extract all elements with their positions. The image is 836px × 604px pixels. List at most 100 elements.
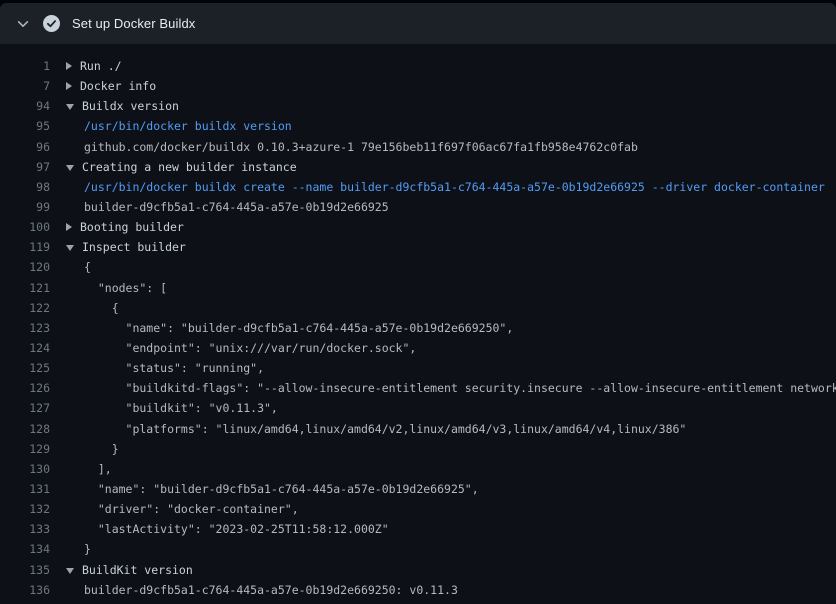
line-number[interactable]: 1 <box>0 56 50 76</box>
line-content: "nodes": [ <box>66 278 836 298</box>
line-content: "name": "builder-d9cfb5a1-c764-445a-a57e… <box>66 318 836 338</box>
log-line: 96 github.com/docker/buildx 0.10.3+azure-… <box>0 137 836 157</box>
group-title: Buildx version <box>82 96 179 116</box>
log-line: 128 "platforms": "linux/amd64,linux/amd6… <box>0 419 836 439</box>
line-number[interactable]: 7 <box>0 76 50 96</box>
step-title: Set up Docker Buildx <box>72 16 195 31</box>
line-number[interactable]: 122 <box>0 298 50 318</box>
line-content: "driver": "docker-container", <box>66 499 836 519</box>
log-line: 122 { <box>0 298 836 318</box>
output-text: { <box>84 257 91 277</box>
group-title: Docker info <box>80 76 156 96</box>
line-number[interactable]: 128 <box>0 419 50 439</box>
line-content: "platforms": "linux/amd64,linux/amd64/v2… <box>66 419 836 439</box>
output-text: { <box>84 298 119 318</box>
output-text: "status": "running", <box>84 358 264 378</box>
line-content: { <box>66 257 836 277</box>
group-title: Creating a new builder instance <box>82 157 297 177</box>
log-line: 125 "status": "running", <box>0 358 836 378</box>
line-content: "buildkitd-flags": "--allow-insecure-ent… <box>66 378 836 398</box>
line-number[interactable]: 100 <box>0 217 50 237</box>
output-text: "lastActivity": "2023-02-25T11:58:12.000… <box>84 519 389 539</box>
line-content: BuildKit version <box>66 560 836 580</box>
line-content: github.com/docker/buildx 0.10.3+azure-1 … <box>66 137 836 157</box>
line-number[interactable]: 119 <box>0 237 50 257</box>
log-output: 1Run ./7Docker info94Buildx version95/us… <box>0 44 836 604</box>
line-number[interactable]: 96 <box>0 137 50 157</box>
log-line: 130 ], <box>0 459 836 479</box>
line-number[interactable]: 98 <box>0 177 50 197</box>
line-content: Docker info <box>66 76 836 96</box>
line-number[interactable]: 97 <box>0 157 50 177</box>
log-line: 126 "buildkitd-flags": "--allow-insecure… <box>0 378 836 398</box>
line-number[interactable]: 121 <box>0 278 50 298</box>
line-number[interactable]: 133 <box>0 519 50 539</box>
line-content: ], <box>66 459 836 479</box>
line-content: Buildx version <box>66 96 836 116</box>
log-group-line[interactable]: 135 BuildKit version <box>0 560 836 580</box>
log-line: 99 builder-d9cfb5a1-c764-445a-a57e-0b19d2… <box>0 197 836 217</box>
line-content: "status": "running", <box>66 358 836 378</box>
group-expanded-arrow-icon[interactable] <box>66 165 74 171</box>
line-number[interactable]: 136 <box>0 580 50 600</box>
log-line: 129 } <box>0 439 836 459</box>
output-text: "nodes": [ <box>84 278 167 298</box>
line-content: /usr/bin/docker buildx version <box>66 116 836 136</box>
line-content: Run ./ <box>66 56 836 76</box>
line-number[interactable]: 125 <box>0 358 50 378</box>
log-line: 123 "name": "builder-d9cfb5a1-c764-445a-… <box>0 318 836 338</box>
group-expanded-arrow-icon[interactable] <box>66 245 74 251</box>
group-title: Booting builder <box>80 217 184 237</box>
line-content: Creating a new builder instance <box>66 157 836 177</box>
group-collapsed-arrow-icon[interactable] <box>66 223 72 231</box>
log-group-line[interactable]: 100 Booting builder <box>0 217 836 237</box>
line-number[interactable]: 95 <box>0 116 50 136</box>
line-number[interactable]: 135 <box>0 560 50 580</box>
line-number[interactable]: 99 <box>0 197 50 217</box>
group-collapsed-arrow-icon[interactable] <box>66 82 72 90</box>
log-group-line[interactable]: 1 Run ./ <box>0 56 836 76</box>
log-line: 95/usr/bin/docker buildx version <box>0 116 836 136</box>
group-expanded-arrow-icon[interactable] <box>66 568 74 574</box>
output-text: } <box>84 439 119 459</box>
line-number[interactable]: 132 <box>0 499 50 519</box>
group-collapsed-arrow-icon[interactable] <box>66 62 72 70</box>
step-header[interactable]: Set up Docker Buildx <box>0 3 836 44</box>
log-line: 134} <box>0 539 836 559</box>
line-number[interactable]: 123 <box>0 318 50 338</box>
log-group-line[interactable]: 119Inspect builder <box>0 237 836 257</box>
log-line: 121 "nodes": [ <box>0 278 836 298</box>
line-number[interactable]: 124 <box>0 338 50 358</box>
command-text: /usr/bin/docker buildx create --name bui… <box>84 177 825 197</box>
line-number[interactable]: 94 <box>0 96 50 116</box>
line-content: builder-d9cfb5a1-c764-445a-a57e-0b19d2e6… <box>66 197 836 217</box>
log-line: 127 "buildkit": "v0.11.3", <box>0 398 836 418</box>
log-line: 120 { <box>0 257 836 277</box>
output-text: "buildkitd-flags": "--allow-insecure-ent… <box>84 378 836 398</box>
command-text: /usr/bin/docker buildx version <box>84 116 292 136</box>
line-number[interactable]: 131 <box>0 479 50 499</box>
log-line: 132 "driver": "docker-container", <box>0 499 836 519</box>
line-content: builder-d9cfb5a1-c764-445a-a57e-0b19d2e6… <box>66 580 836 600</box>
line-number[interactable]: 127 <box>0 398 50 418</box>
group-title: Run ./ <box>80 56 122 76</box>
line-content: } <box>66 439 836 459</box>
line-content: "lastActivity": "2023-02-25T11:58:12.000… <box>66 519 836 539</box>
line-content: /usr/bin/docker buildx create --name bui… <box>66 177 836 197</box>
line-number[interactable]: 134 <box>0 539 50 559</box>
log-group-line[interactable]: 7 Docker info <box>0 76 836 96</box>
line-number[interactable]: 129 <box>0 439 50 459</box>
group-title: BuildKit version <box>82 560 193 580</box>
check-circle-icon <box>43 15 60 32</box>
line-number[interactable]: 126 <box>0 378 50 398</box>
output-text: "platforms": "linux/amd64,linux/amd64/v2… <box>84 419 686 439</box>
group-expanded-arrow-icon[interactable] <box>66 104 74 110</box>
log-group-line[interactable]: 97 Creating a new builder instance <box>0 157 836 177</box>
output-text: "driver": "docker-container", <box>84 499 299 519</box>
line-number[interactable]: 130 <box>0 459 50 479</box>
chevron-down-icon[interactable] <box>16 17 30 31</box>
line-content: } <box>66 539 836 559</box>
line-number[interactable]: 120 <box>0 257 50 277</box>
log-group-line[interactable]: 94 Buildx version <box>0 96 836 116</box>
output-text: "name": "builder-d9cfb5a1-c764-445a-a57e… <box>84 318 513 338</box>
